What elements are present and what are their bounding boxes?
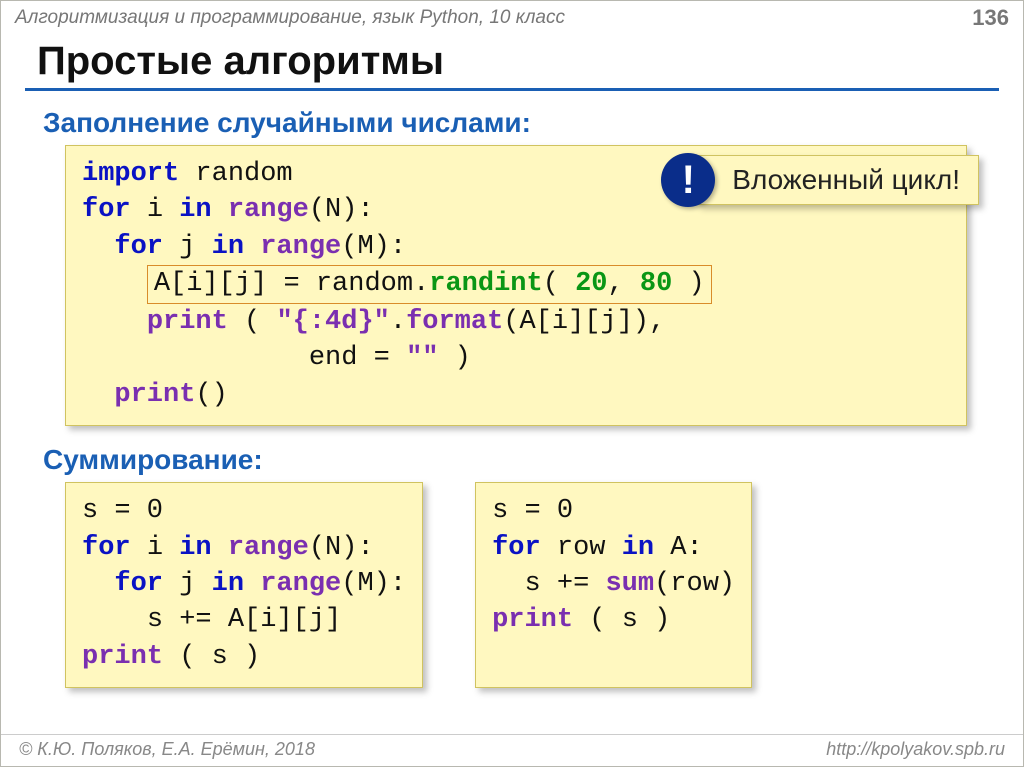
kw-in-1: in bbox=[179, 195, 211, 225]
fn-print-1: print bbox=[147, 307, 228, 337]
var-i: i bbox=[147, 195, 163, 225]
kw-for-1: for bbox=[82, 195, 131, 225]
num-80: 80 bbox=[640, 269, 672, 299]
slide: Алгоритмизация и программирование, язык … bbox=[0, 0, 1024, 767]
var-M: M bbox=[357, 232, 373, 262]
assign-line: A[i][j] = random.randint( 20, 80 ) bbox=[147, 265, 712, 303]
copyright: © К.Ю. Поляков, Е.А. Ерёмин, 2018 bbox=[19, 739, 315, 760]
page-number: 136 bbox=[972, 5, 1009, 31]
content: Заполнение случайными числами: import ra… bbox=[1, 101, 1023, 734]
num-20: 20 bbox=[575, 269, 607, 299]
kw-end: end bbox=[309, 343, 358, 373]
str-empty: "" bbox=[406, 343, 438, 373]
subhead-sum: Суммирование: bbox=[43, 444, 987, 476]
mod-random-2: random bbox=[316, 269, 413, 299]
footer-url: http://kpolyakov.spb.ru bbox=[826, 739, 1005, 760]
fn-print-2: print bbox=[114, 380, 195, 410]
exclaim-icon: ! bbox=[661, 153, 715, 207]
fn-range-2: range bbox=[260, 232, 341, 262]
course-title: Алгоритмизация и программирование, язык … bbox=[15, 7, 565, 29]
fn-range-1: range bbox=[228, 195, 309, 225]
mod-random: random bbox=[195, 159, 292, 189]
init-s-2: s = 0 bbox=[492, 496, 573, 526]
fn-format: format bbox=[406, 307, 503, 337]
page-title: Простые алгоритмы bbox=[37, 39, 1023, 84]
slide-footer: © К.Ю. Поляков, Е.А. Ерёмин, 2018 http:/… bbox=[1, 734, 1023, 766]
code-sum-rows: s = 0 for row in A: s += sum(row) print … bbox=[475, 482, 752, 688]
title-rule bbox=[25, 88, 999, 91]
code-sum-nested: s = 0 for i in range(N): for j in range(… bbox=[65, 482, 423, 688]
subhead-fill-random: Заполнение случайными числами: bbox=[43, 107, 987, 139]
sum-row: s = 0 for i in range(N): for j in range(… bbox=[65, 482, 987, 688]
slide-header: Алгоритмизация и программирование, язык … bbox=[1, 1, 1023, 33]
kw-in-2: in bbox=[212, 232, 244, 262]
var-j: j bbox=[179, 232, 195, 262]
inc-aij: s += A[i][j] bbox=[147, 605, 341, 635]
arr-Aij: A[i][j] bbox=[154, 269, 267, 299]
callout: ! Вложенный цикл! bbox=[661, 153, 979, 207]
fn-randint: randint bbox=[429, 269, 542, 299]
kw-import: import bbox=[82, 159, 179, 189]
kw-for-3: for bbox=[82, 533, 131, 563]
init-s-1: s = 0 bbox=[82, 496, 163, 526]
var-N: N bbox=[325, 195, 341, 225]
str-fmt4d: "{:4d}" bbox=[276, 307, 389, 337]
kw-for-2: for bbox=[114, 232, 163, 262]
callout-text: Вложенный цикл! bbox=[697, 155, 979, 205]
